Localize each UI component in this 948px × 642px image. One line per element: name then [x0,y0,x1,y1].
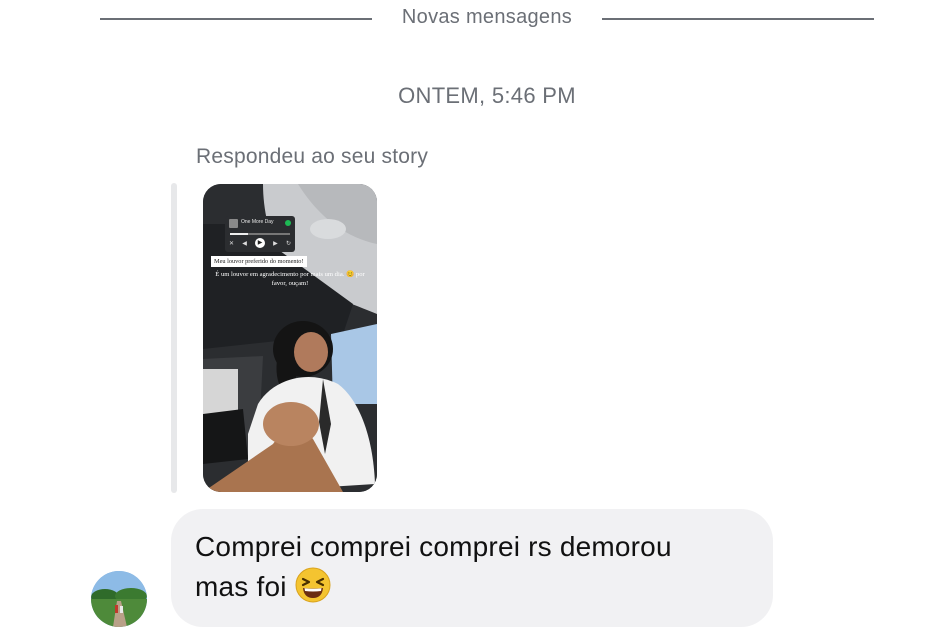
new-messages-label: Novas mensagens [401,6,573,28]
story-caption: É um louvor em agradecimento por mais um… [215,271,365,287]
repeat-icon: ↻ [285,240,291,247]
message-text-container: Comprei comprei comprei rs demorou mas f… [195,527,749,614]
previous-icon: ◀ [242,240,247,247]
music-title: One More Day [241,219,274,225]
story-text-tag: Meu louvor preferido do momento! [211,256,307,267]
message-text: Comprei comprei comprei rs demorou mas f… [195,531,672,602]
sender-avatar[interactable] [91,571,147,627]
music-controls: ✕ ◀ ▶ ▶ ↻ [229,238,291,248]
play-icon: ▶ [255,238,265,248]
music-sticker: One More Day ✕ ◀ ▶ ▶ ↻ [225,216,295,252]
album-art [229,219,238,228]
next-icon: ▶ [273,240,278,247]
shuffle-icon: ✕ [229,240,235,247]
story-thumbnail[interactable]: One More Day ✕ ◀ ▶ ▶ ↻ Meu louvor prefer… [203,184,377,492]
new-messages-divider: Novas mensagens [0,0,948,40]
avatar-photo [91,571,147,627]
message-bubble[interactable]: Comprei comprei comprei rs demorou mas f… [171,509,773,627]
divider-line-right [602,18,874,20]
story-reply-label: Respondeu ao seu story [196,145,429,168]
divider-line-left [100,18,372,20]
grinning-squinting-face-icon [295,567,331,614]
message-timestamp: ONTEM, 5:46 PM [398,83,576,108]
music-progress-bar [230,233,290,235]
spotify-icon [285,220,291,226]
reply-quote-bar [171,183,177,493]
